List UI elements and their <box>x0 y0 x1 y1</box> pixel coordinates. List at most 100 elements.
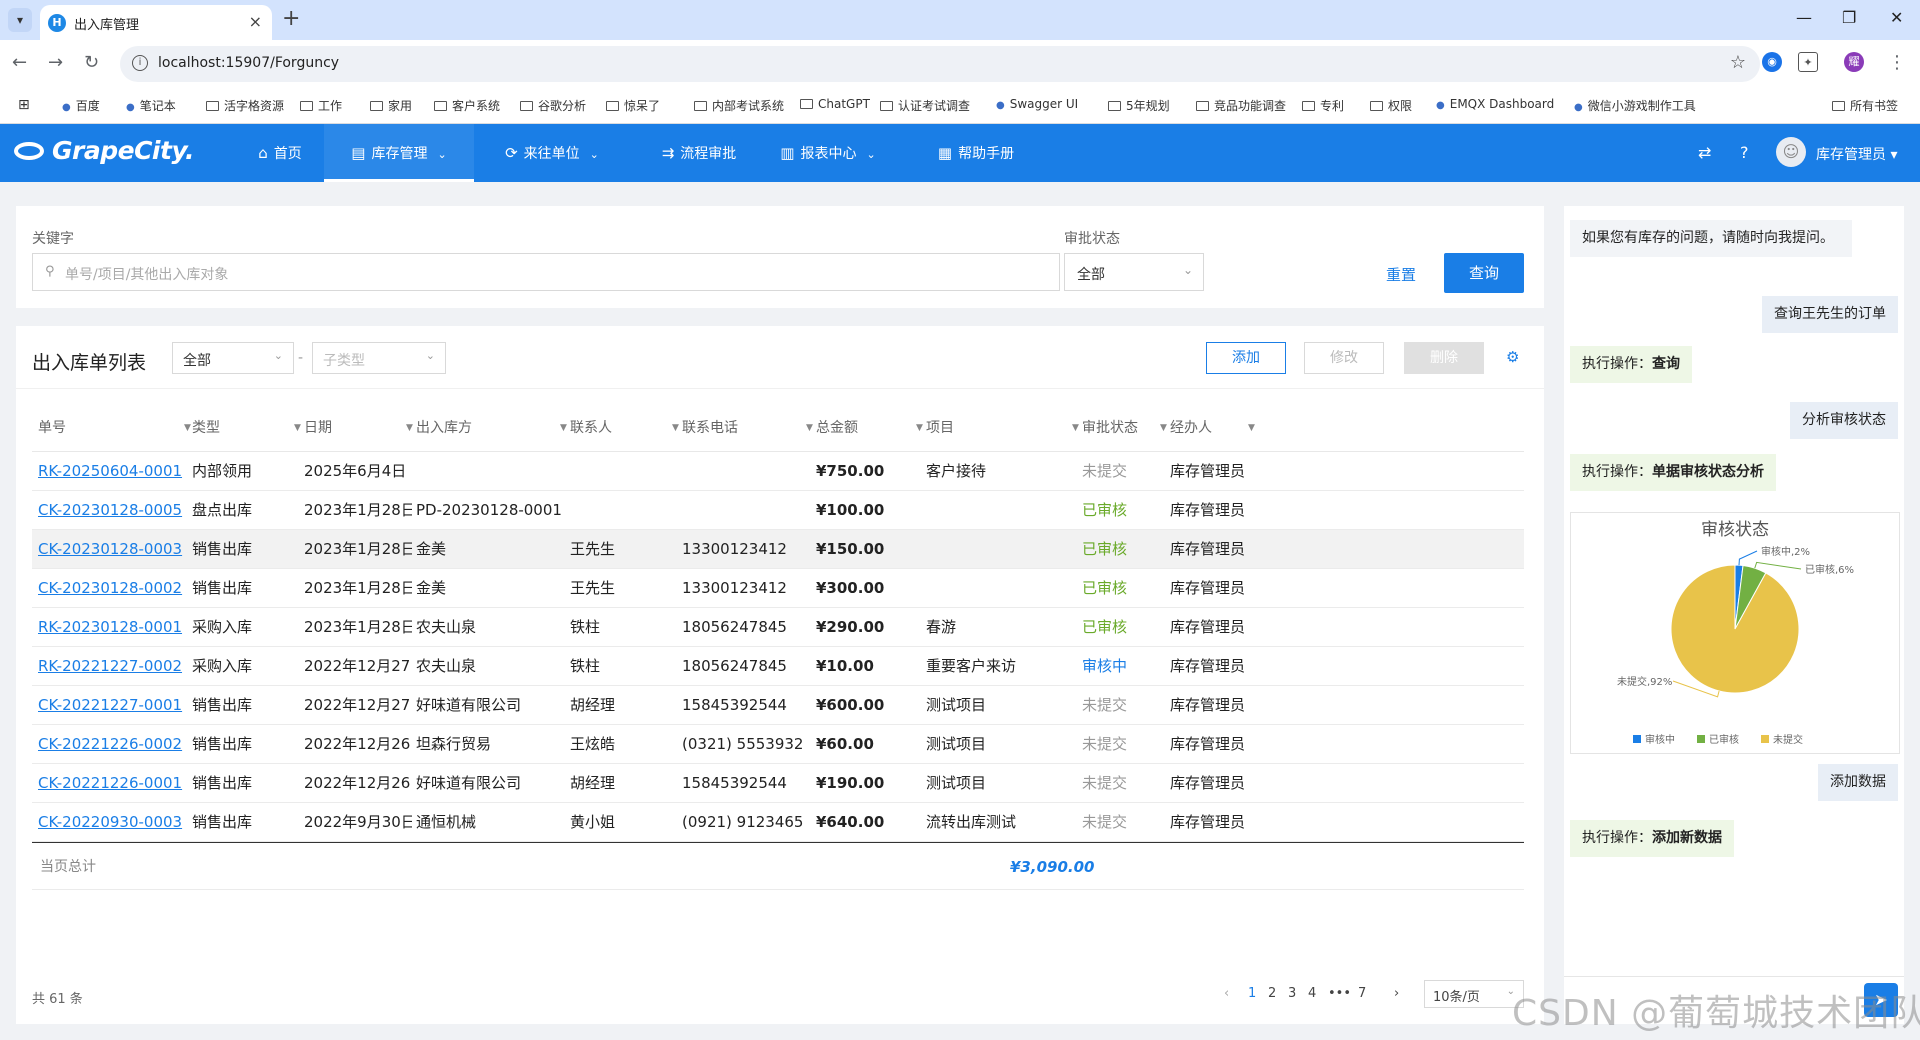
table-row[interactable]: RK-20250604-0001 内部领用 2025年6月4日 ¥750.00 客户接待… <box>32 452 1524 491</box>
column-header[interactable]: 出入库方 ▼ <box>416 404 570 452</box>
table-row[interactable]: CK-20221226-0002销售出库 2022年12月26日坦森行贸易 王炫皓 (… <box>32 725 1524 764</box>
restore-icon[interactable]: ❐ <box>1842 8 1856 27</box>
table-row[interactable]: CK-20221227-0001销售出库 2022年12月27日好味道有限公司 胡经… <box>32 686 1524 725</box>
order-number-link[interactable]: CK-20221226-0001 <box>38 764 188 803</box>
user-avatar[interactable]: ☺ <box>1776 137 1806 167</box>
delete-button[interactable]: 删除 <box>1404 342 1484 374</box>
order-number-link[interactable]: CK-20230128-0002 <box>38 569 188 608</box>
sort-caret-icon[interactable]: ▼ <box>1248 404 1255 452</box>
column-header[interactable]: 总金额 ▼ <box>816 404 926 452</box>
bookmark-item[interactable]: ChatGPT <box>800 97 870 111</box>
close-window-icon[interactable]: ✕ <box>1890 8 1903 27</box>
sort-caret-icon[interactable]: ▼ <box>560 404 567 452</box>
forward-icon[interactable]: → <box>48 52 63 73</box>
bookmark-item[interactable]: 客户系统 <box>434 97 500 114</box>
bookmark-item[interactable]: 工作 <box>300 97 342 114</box>
translate-icon[interactable]: ⇄ <box>1698 143 1711 162</box>
sort-caret-icon[interactable]: ▼ <box>916 404 923 452</box>
bookmark-item[interactable]: 权限 <box>1370 97 1412 114</box>
legend-label[interactable]: 审核中 <box>1645 733 1675 746</box>
query-button[interactable]: 查询 <box>1444 253 1524 293</box>
order-number-link[interactable]: CK-20230128-0003 <box>38 530 188 569</box>
url-field[interactable]: i localhost:15907/Forguncy ☆ <box>120 46 1760 82</box>
table-row[interactable]: CK-20230128-0005 盘点出库 2023年1月28日 PD-2023012… <box>32 491 1524 530</box>
column-header[interactable]: 联系人 ▼ <box>570 404 682 452</box>
nav-item-3[interactable]: ⟳ 来往单位 ⌄ <box>496 124 608 182</box>
bookmark-item[interactable]: ● 笔记本 <box>126 97 176 114</box>
page-size-select[interactable]: 10条/页 ⌄ <box>1424 980 1524 1008</box>
all-bookmarks-folder[interactable]: 所有书签 <box>1832 97 1898 114</box>
reload-icon[interactable]: ↻ <box>84 52 99 73</box>
sort-caret-icon[interactable]: ▼ <box>1072 404 1079 452</box>
column-header[interactable]: 经办人 ▼ <box>1170 404 1258 452</box>
bookmark-item[interactable]: 内部考试系统 <box>694 97 784 114</box>
type-filter-select[interactable]: 全部 ⌄ <box>172 342 294 374</box>
grapecity-logo[interactable]: GrapeCity. <box>14 136 194 165</box>
order-number-link[interactable]: CK-20221227-0001 <box>38 686 188 725</box>
apps-grid-icon[interactable]: ⊞ <box>18 97 30 113</box>
order-number-link[interactable]: RK-20250604-0001 <box>38 452 188 491</box>
sort-caret-icon[interactable]: ▼ <box>294 404 301 452</box>
table-row[interactable]: CK-20220930-0003 销售出库 2022年9月30日 通恒机械 黄小姐 (09… <box>32 803 1524 842</box>
page-number[interactable]: ••• <box>1328 986 1351 1001</box>
order-number-link[interactable]: CK-20220930-0003 <box>38 803 188 842</box>
order-number-link[interactable]: RK-20221227-0002 <box>38 647 188 686</box>
bookmark-item[interactable]: ● 微信小游戏制作工具 <box>1574 97 1696 114</box>
page-number[interactable]: 1 <box>1248 986 1256 1001</box>
nav-item-1[interactable]: ⌂ 首页 <box>250 124 310 182</box>
column-header[interactable]: 项目 ▼ <box>926 404 1082 452</box>
tab-search-button[interactable]: ▾ <box>8 8 32 32</box>
edit-button[interactable]: 修改 <box>1304 342 1384 374</box>
column-header[interactable]: 联系电话 ▼ <box>682 404 816 452</box>
bookmark-item[interactable]: 家用 <box>370 97 412 114</box>
bookmark-item[interactable]: 认证考试调查 <box>880 97 970 114</box>
bookmark-item[interactable]: 专利 <box>1302 97 1344 114</box>
column-header[interactable]: 审批状态 ▼ <box>1082 404 1170 452</box>
table-row[interactable]: RK-20221227-0002采购入库 2022年12月27日农夫山泉 铁柱 180… <box>32 647 1524 686</box>
minimize-icon[interactable]: — <box>1796 8 1812 27</box>
bookmark-item[interactable]: ● EMQX Dashboard <box>1436 97 1554 111</box>
pie-slice[interactable] <box>1670 564 1800 694</box>
status-select[interactable]: 全部 ⌄ <box>1064 253 1204 291</box>
sort-caret-icon[interactable]: ▼ <box>806 404 813 452</box>
extensions-puzzle-icon[interactable]: ✦ <box>1798 52 1818 72</box>
column-header[interactable]: 单号 ▼ <box>38 404 194 452</box>
bookmark-item[interactable]: 惊呆了 <box>606 97 660 114</box>
profile-avatar[interactable]: 耀 <box>1844 52 1864 72</box>
sort-caret-icon[interactable]: ▼ <box>1160 404 1167 452</box>
page-number[interactable]: 2 <box>1268 986 1276 1001</box>
nav-item-2[interactable]: ▤ 库存管理 ⌄ <box>324 124 474 182</box>
extension-icon[interactable]: ◉ <box>1762 52 1782 72</box>
keyword-input[interactable]: ⚲ 单号/项目/其他出入库对象 <box>32 253 1060 291</box>
sort-caret-icon[interactable]: ▼ <box>672 404 679 452</box>
nav-item-5[interactable]: ▥ 报表中心 ⌄ <box>770 124 886 182</box>
user-menu[interactable]: 库存管理员 ▾ <box>1816 144 1897 164</box>
bookmark-item[interactable]: ● Swagger UI <box>996 97 1078 111</box>
page-number[interactable]: 3 <box>1288 986 1296 1001</box>
table-row[interactable]: RK-20230128-0001 采购入库 2023年1月28日 农夫山泉 铁柱 1805… <box>32 608 1524 647</box>
order-number-link[interactable]: CK-20221226-0002 <box>38 725 188 764</box>
browser-tab[interactable]: H 出入库管理 × <box>40 5 272 40</box>
page-number[interactable]: 4 <box>1308 986 1316 1001</box>
column-header[interactable]: 日期 ▼ <box>304 404 416 452</box>
bookmark-item[interactable]: 活字格资源 <box>206 97 284 114</box>
nav-item-4[interactable]: ⇉ 流程审批 <box>644 124 754 182</box>
add-button[interactable]: 添加 <box>1206 342 1286 374</box>
table-row[interactable]: CK-20221226-0001销售出库 2022年12月26日好味道有限公司 胡经… <box>32 764 1524 803</box>
table-row[interactable]: CK-20230128-0002 销售出库 2023年1月28日 金美 王先生 13300… <box>32 569 1524 608</box>
nav-item-6[interactable]: ▦ 帮助手册 <box>920 124 1032 182</box>
next-page-icon[interactable]: › <box>1394 986 1399 1001</box>
subtype-select[interactable]: 子类型 ⌄ <box>312 342 446 374</box>
bookmark-star-icon[interactable]: ☆ <box>1730 52 1746 73</box>
legend-label[interactable]: 已审核 <box>1709 733 1739 746</box>
bookmark-item[interactable]: 竞品功能调查 <box>1196 97 1286 114</box>
prev-page-icon[interactable]: ‹ <box>1224 986 1229 1001</box>
sort-caret-icon[interactable]: ▼ <box>406 404 413 452</box>
back-icon[interactable]: ← <box>12 52 27 73</box>
page-number[interactable]: 7 <box>1358 986 1366 1001</box>
order-number-link[interactable]: CK-20230128-0005 <box>38 491 188 530</box>
gear-icon[interactable]: ⚙ <box>1506 348 1519 366</box>
site-info-icon[interactable]: i <box>132 55 148 71</box>
column-header[interactable]: 类型 ▼ <box>192 404 304 452</box>
sort-caret-icon[interactable]: ▼ <box>184 404 191 452</box>
